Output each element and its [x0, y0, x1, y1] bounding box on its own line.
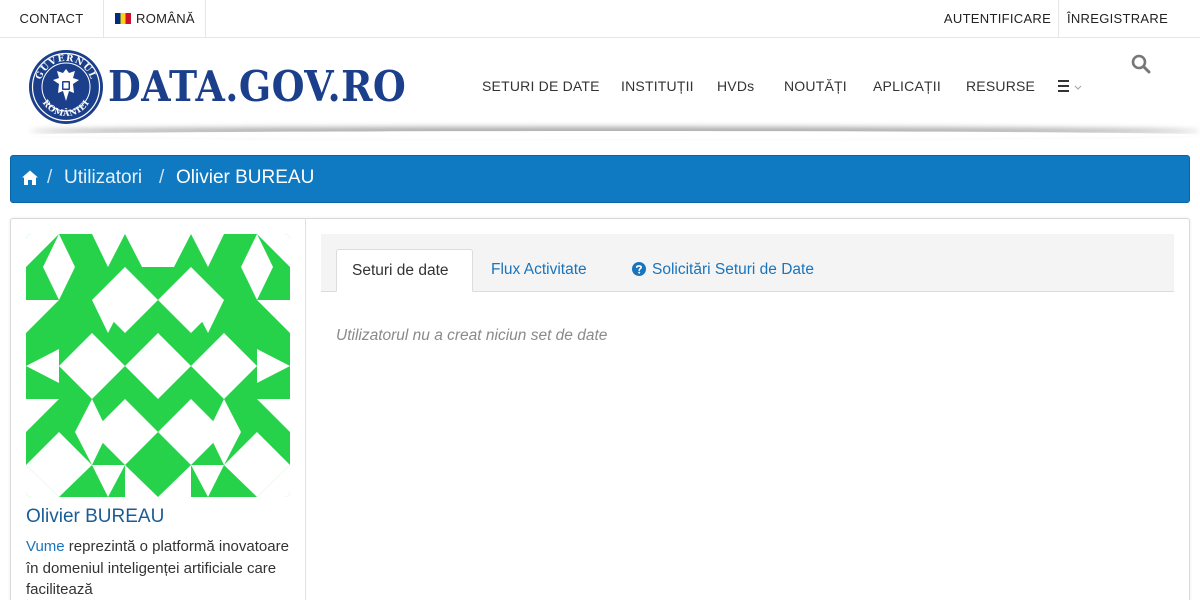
- breadcrumb-separator: /: [159, 167, 165, 188]
- question-circle-icon: [632, 262, 646, 276]
- profile-name: Olivier BUREAU: [26, 506, 165, 527]
- hamburger-icon[interactable]: [1057, 78, 1087, 94]
- nav-institutions[interactable]: INSTITUȚII: [621, 77, 694, 95]
- contact-link[interactable]: CONTACT: [0, 0, 104, 37]
- empty-state-message: Utilizatorul nu a creat niciun set de da…: [336, 327, 608, 344]
- login-link[interactable]: AUTENTIFICARE: [937, 0, 1059, 37]
- breadcrumb-users-link[interactable]: Utilizatori: [64, 167, 142, 189]
- breadcrumb: / Utilizatori / Olivier BUREAU: [10, 155, 1190, 203]
- romania-flag-icon: [115, 13, 131, 24]
- top-bar: CONTACT ROMÂNĂ AUTENTIFICARE ÎNREGISTRAR…: [0, 0, 1200, 38]
- profile-description: Vume reprezintă o platformă inovatoare î…: [26, 536, 296, 600]
- register-link[interactable]: ÎNREGISTRARE: [1060, 0, 1175, 37]
- search-icon[interactable]: [1131, 54, 1151, 74]
- profile-description-text: reprezintă o platformă inovatoare în dom…: [26, 538, 289, 598]
- user-avatar: [26, 234, 290, 497]
- tab-dataset-requests[interactable]: Solicitări Seturi de Date: [617, 249, 829, 292]
- nav-hvds[interactable]: HVDs: [717, 77, 754, 95]
- profile-description-link[interactable]: Vume: [26, 538, 65, 555]
- tab-activity-feed[interactable]: Flux Activitate: [476, 249, 602, 292]
- tab-dataset-requests-label: Solicitări Seturi de Date: [652, 261, 814, 278]
- header-shadow: [30, 131, 1200, 139]
- breadcrumb-current: Olivier BUREAU: [176, 167, 315, 188]
- government-seal-logo[interactable]: GUVERNUL ROMÂNIEI: [28, 49, 104, 125]
- home-icon[interactable]: [21, 169, 39, 187]
- language-label: ROMÂNĂ: [136, 11, 195, 26]
- nav-news[interactable]: NOUTĂȚI: [784, 77, 847, 95]
- nav-datasets[interactable]: SETURI DE DATE: [482, 77, 600, 95]
- tab-datasets[interactable]: Seturi de date: [336, 249, 473, 292]
- nav-resources[interactable]: RESURSE: [966, 77, 1035, 95]
- nav-applications[interactable]: APLICAȚII: [873, 77, 941, 95]
- sidebar-divider: [305, 219, 306, 600]
- site-logo-text[interactable]: DATA.GOV.RO: [108, 62, 406, 112]
- language-selector[interactable]: ROMÂNĂ: [104, 0, 206, 37]
- breadcrumb-separator: /: [47, 167, 53, 188]
